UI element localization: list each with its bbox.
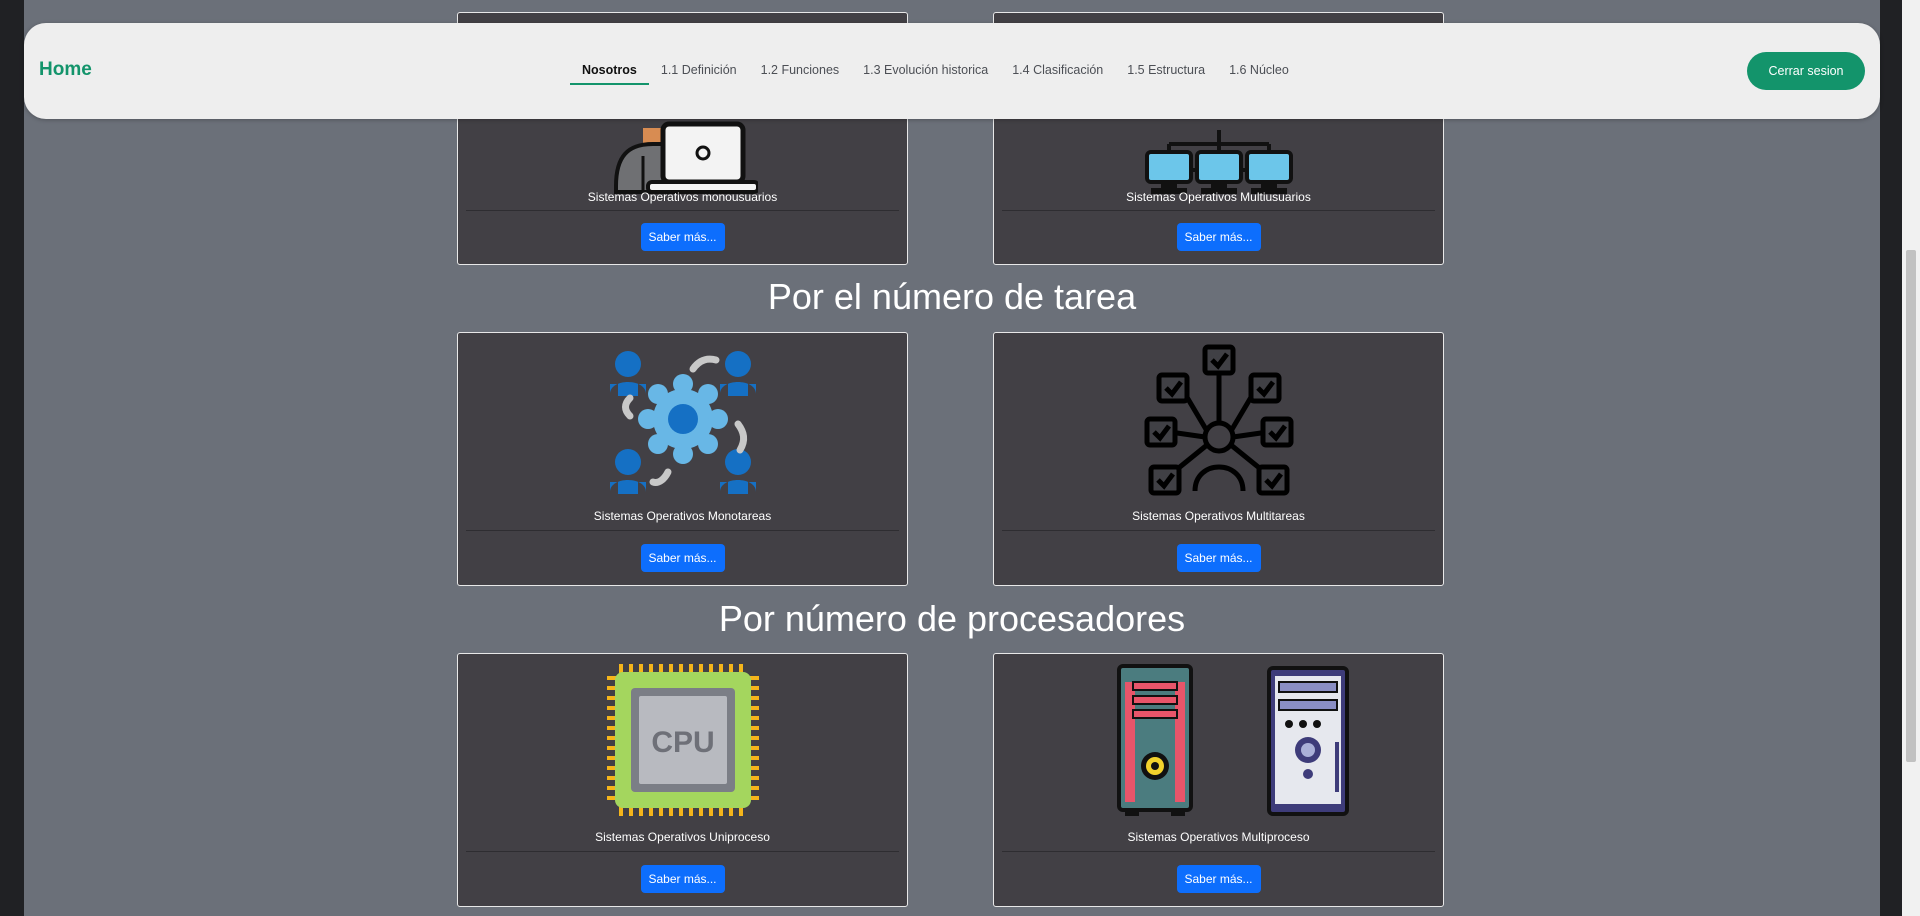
card-title: Sistemas Operativos Multiusuarios — [1126, 190, 1311, 204]
vertical-scrollbar[interactable] — [1902, 0, 1920, 916]
card-multiproceso: Sistemas Operativos Multiproceso Saber m… — [993, 653, 1444, 907]
saber-mas-button[interactable]: Saber más... — [640, 865, 725, 893]
multitask-checklist-icon — [994, 343, 1443, 496]
users-gear-icon — [458, 343, 907, 495]
logout-button[interactable]: Cerrar sesion — [1747, 52, 1865, 90]
card-title: Sistemas Operativos Uniproceso — [595, 830, 770, 844]
networked-computers-icon — [994, 123, 1443, 198]
card-divider — [1002, 851, 1435, 852]
brand-home-link[interactable]: Home — [39, 59, 92, 81]
section-title-procesadores: Por número de procesadores — [718, 598, 1186, 639]
saber-mas-button[interactable]: Saber más... — [1176, 865, 1261, 893]
nav-link-funciones[interactable]: 1.2 Funciones — [749, 62, 852, 86]
card-title: Sistemas Operativos Monotareas — [593, 509, 772, 523]
scrollbar-thumb[interactable] — [1906, 250, 1916, 762]
top-navbar: Home Nosotros 1.1 Definición 1.2 Funcion… — [24, 23, 1880, 119]
desktop-towers-icon — [994, 664, 1443, 816]
saber-mas-button[interactable]: Saber más... — [640, 544, 725, 572]
single-user-laptop-icon — [458, 113, 907, 198]
card-title: Sistemas Operativos Multitareas — [1132, 509, 1305, 523]
nav-link-evolucion[interactable]: 1.3 Evolución historica — [851, 62, 1000, 86]
nav-link-definicion[interactable]: 1.1 Definición — [649, 62, 749, 86]
nav-links: Nosotros 1.1 Definición 1.2 Funciones 1.… — [570, 62, 1301, 86]
card-divider — [466, 851, 899, 852]
card-divider — [466, 530, 899, 531]
card-divider — [466, 210, 899, 211]
card-monotareas: Sistemas Operativos Monotareas Saber más… — [457, 332, 908, 586]
card-title: Sistemas Operativos monousuarios — [587, 190, 778, 204]
nav-link-nosotros[interactable]: Nosotros — [570, 62, 649, 86]
nav-link-estructura[interactable]: 1.5 Estructura — [1115, 62, 1217, 86]
saber-mas-button[interactable]: Saber más... — [640, 223, 725, 251]
card-multitareas: Sistemas Operativos Multitareas Saber má… — [993, 332, 1444, 586]
nav-link-nucleo[interactable]: 1.6 Núcleo — [1217, 62, 1301, 86]
card-uniproceso: CPU Sistemas Operativos Uniproceso Saber… — [457, 653, 908, 907]
nav-link-clasificacion[interactable]: 1.4 Clasificación — [1000, 62, 1115, 86]
card-divider — [1002, 530, 1435, 531]
card-title: Sistemas Operativos Multiproceso — [1127, 830, 1310, 844]
cpu-label: CPU — [651, 726, 714, 759]
saber-mas-button[interactable]: Saber más... — [1176, 544, 1261, 572]
card-divider — [1002, 210, 1435, 211]
section-title-tareas: Por el número de tarea — [767, 276, 1137, 317]
saber-mas-button[interactable]: Saber más... — [1176, 223, 1261, 251]
page-background — [24, 0, 1880, 916]
cpu-chip-icon: CPU — [458, 664, 907, 816]
